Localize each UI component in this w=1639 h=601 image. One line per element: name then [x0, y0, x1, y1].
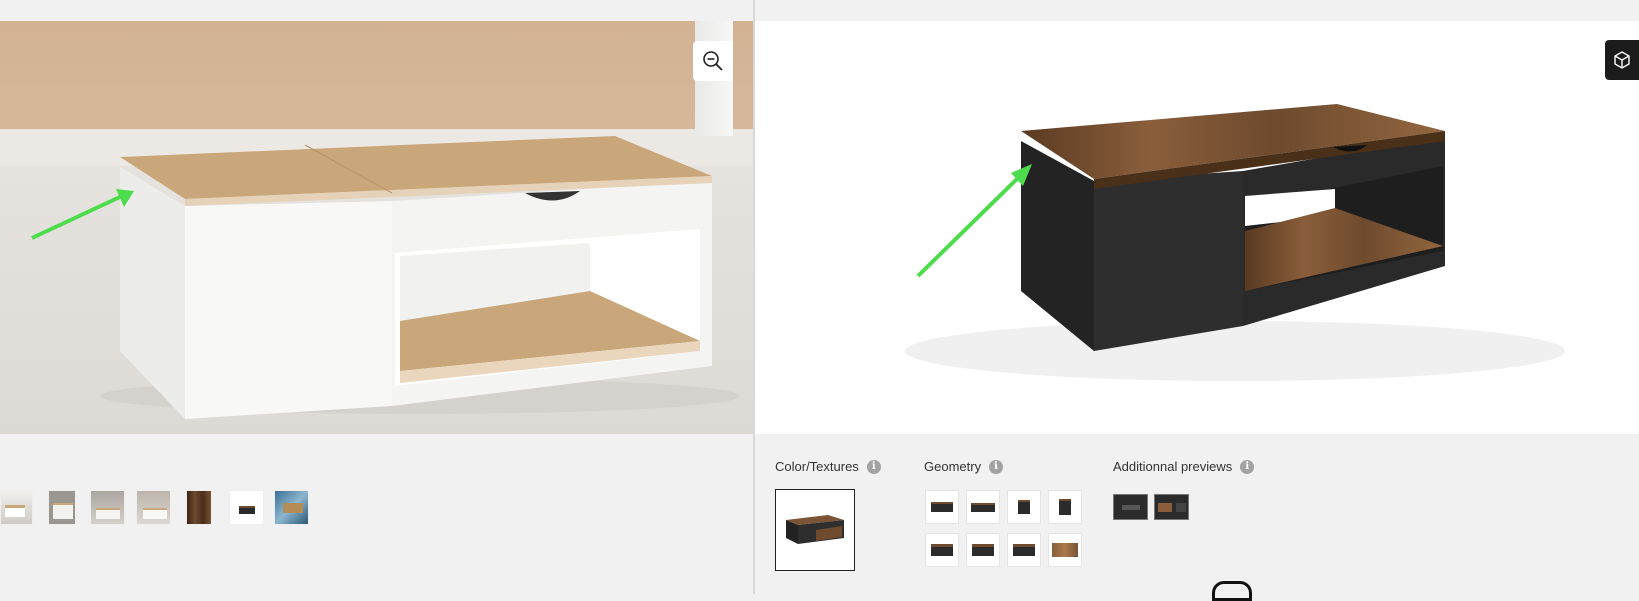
geometry-option[interactable] — [1007, 533, 1041, 567]
info-icon[interactable]: i — [989, 459, 1004, 474]
zoom-out-icon — [703, 51, 723, 71]
reference-photo — [0, 21, 753, 434]
thumbnail-table-room-2[interactable] — [136, 490, 171, 525]
color-swatch-selected[interactable] — [775, 489, 855, 571]
geometry-section-header: Geometry i — [924, 459, 1004, 474]
thumbnail-table-black[interactable] — [229, 490, 264, 525]
geometry-option[interactable] — [966, 490, 1000, 524]
info-icon[interactable]: i — [866, 459, 881, 474]
black-coffee-table — [905, 104, 1565, 381]
preview-option[interactable] — [1113, 494, 1148, 520]
colors-section-header: Color/Textures i — [775, 459, 881, 474]
geometry-option[interactable] — [1048, 533, 1082, 567]
geometry-option[interactable] — [925, 490, 959, 524]
render-preview — [755, 21, 1639, 434]
cube-icon — [1614, 51, 1630, 69]
geometry-label: Geometry — [924, 459, 982, 474]
previews-section-header: Additionnal previews i — [1113, 459, 1255, 474]
geometry-option[interactable] — [925, 533, 959, 567]
thumbnail-table-room-1[interactable] — [90, 490, 125, 525]
table-swatch-image — [786, 515, 844, 544]
white-coffee-table — [31, 136, 740, 419]
chat-icon[interactable] — [1212, 581, 1252, 601]
view-3d-button[interactable] — [1605, 40, 1639, 80]
thumbnail-table-white[interactable] — [48, 490, 76, 525]
previews-label: Additionnal previews — [1113, 459, 1233, 474]
colors-label: Color/Textures — [775, 459, 859, 474]
thumbnail-wood-texture[interactable] — [186, 490, 212, 525]
preview-option[interactable] — [1154, 494, 1189, 520]
info-icon[interactable]: i — [1240, 459, 1255, 474]
thumbnail-table-scene[interactable] — [0, 490, 33, 525]
geometry-option[interactable] — [966, 533, 1000, 567]
zoom-out-button[interactable] — [693, 41, 733, 81]
thumbnail-table-blue-scene[interactable] — [274, 490, 309, 525]
geometry-option[interactable] — [1007, 490, 1041, 524]
geometry-option[interactable] — [1048, 490, 1082, 524]
